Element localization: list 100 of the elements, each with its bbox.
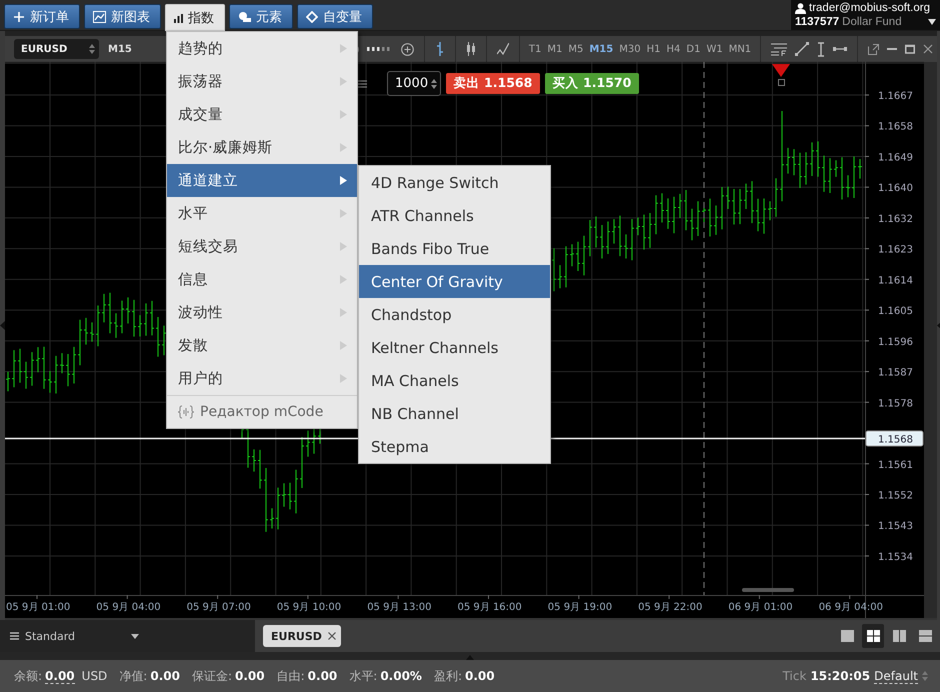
toolbar-button[interactable]: 自变量 xyxy=(297,4,373,29)
minimize-icon xyxy=(887,48,898,50)
time-label: 05 9月 04:00 xyxy=(96,602,161,613)
volume-field[interactable]: 1000 xyxy=(387,71,441,96)
spinner-icon xyxy=(89,44,95,54)
price-label: 1.1632 xyxy=(878,214,913,225)
currency-label: USD xyxy=(82,668,108,682)
price-label: 1.1605 xyxy=(878,306,913,318)
menu-item[interactable]: MA Chanels xyxy=(359,364,550,397)
price-label: 1.1578 xyxy=(878,398,913,410)
toolbar-button[interactable]: 指数 xyxy=(165,4,225,31)
plus-icon xyxy=(13,10,25,22)
price-label: 1.1561 xyxy=(878,460,913,471)
scrollbar-thumb[interactable] xyxy=(742,588,794,592)
status-value: 0.00 xyxy=(45,668,75,684)
price-label: 1.1658 xyxy=(878,122,913,133)
chart-tab[interactable]: EURUSD xyxy=(263,625,341,647)
submenu-arrow-icon xyxy=(340,110,347,119)
bar-chart-icon xyxy=(174,12,183,22)
menu-item[interactable]: ATR Channels xyxy=(359,199,550,232)
menu-item[interactable]: 用户的 xyxy=(167,362,357,395)
timeframe-button[interactable]: D1 xyxy=(683,44,704,54)
menu-item[interactable]: 趋势的 xyxy=(167,32,357,65)
toolbar-button[interactable]: 元素 xyxy=(229,4,293,29)
submenu-arrow-icon xyxy=(340,209,347,218)
status-label: 自由: xyxy=(276,668,305,684)
account-email: trader@mobius-soft.org xyxy=(809,2,930,14)
layout-button[interactable] xyxy=(862,624,884,648)
bar-type-icon xyxy=(434,42,445,56)
detach-window-icon xyxy=(868,44,880,54)
timeframe-button[interactable]: M1 xyxy=(544,44,566,54)
price-label: 1.1587 xyxy=(878,368,913,379)
status-value: 0.00 xyxy=(150,668,180,682)
zoom-in-icon xyxy=(400,42,414,56)
marker-box-icon xyxy=(778,79,785,86)
shapes-icon xyxy=(238,10,251,22)
menu-item[interactable]: 振荡器 xyxy=(167,65,357,98)
menu-icon xyxy=(10,632,19,640)
profile-selector[interactable]: Default xyxy=(874,668,918,684)
status-value: 0.00 xyxy=(308,668,338,682)
symbol-selector[interactable]: EURUSD xyxy=(14,39,99,59)
time-label: 05 9月 13:00 xyxy=(367,602,432,613)
candlestick-icon xyxy=(466,42,476,56)
time-label: 06 9月 01:00 xyxy=(728,602,793,613)
menu-item[interactable]: 比尔·威廉姆斯 xyxy=(167,131,357,164)
time-label: 05 9月 10:00 xyxy=(276,602,342,613)
account-panel[interactable]: trader@mobius-soft.org 1137577 Dollar Fund xyxy=(791,0,940,30)
menu-item[interactable]: 通道建立 xyxy=(167,164,357,197)
timeframe-button[interactable]: T1 xyxy=(526,44,544,54)
menu-item[interactable]: Chandstop xyxy=(359,298,550,331)
dropdown-caret-icon xyxy=(928,19,936,25)
time-label: 05 9月 22:00 xyxy=(638,602,702,613)
menu-item[interactable]: Stepma xyxy=(359,430,550,463)
timeframe-button[interactable]: MN1 xyxy=(726,44,754,54)
menu-item[interactable]: 发散 xyxy=(167,329,357,362)
spinner-icon xyxy=(922,671,928,681)
price-label: 1.1667 xyxy=(878,91,913,102)
price-label: 1.1640 xyxy=(878,183,913,194)
menu-item[interactable]: Center Of Gravity xyxy=(359,265,550,298)
price-label: 1.1534 xyxy=(878,552,913,563)
price-label: 1.1543 xyxy=(878,521,913,532)
menu-item[interactable]: 水平 xyxy=(167,197,357,230)
close-icon xyxy=(328,632,336,640)
menu-icon xyxy=(358,80,367,88)
chart-icon xyxy=(93,10,106,22)
status-label: 盈利: xyxy=(434,668,462,684)
server-time: 15:20:05 xyxy=(810,669,870,683)
menu-item[interactable]: Редактор mCode xyxy=(167,395,357,428)
menu-item[interactable]: 4D Range Switch xyxy=(359,166,550,199)
timeframe-button[interactable]: M15 xyxy=(586,44,616,54)
timeframe-button[interactable]: M5 xyxy=(565,44,586,54)
timeframe-button[interactable]: H1 xyxy=(644,44,664,54)
time-label: 06 9月 04:00 xyxy=(818,602,883,613)
menu-item[interactable]: 短线交易 xyxy=(167,230,357,263)
tick-label: Tick xyxy=(782,669,806,683)
expand-arrow-icon xyxy=(466,655,474,660)
price-label: 1.1596 xyxy=(878,336,913,348)
submenu-arrow-icon xyxy=(340,374,347,383)
workspace-selector[interactable]: Standard xyxy=(0,620,255,652)
menu-item[interactable]: Keltner Channels xyxy=(359,331,550,364)
submenu-arrow-icon xyxy=(340,341,347,350)
toolbar-button[interactable]: 新图表 xyxy=(84,4,161,29)
timeframe-button[interactable]: M30 xyxy=(616,44,644,54)
sell-button[interactable]: 卖出 1.1568 xyxy=(446,73,540,94)
status-value: 0.00 xyxy=(465,668,495,682)
time-label: 05 9月 01:00 xyxy=(6,602,70,613)
toolbar-button[interactable]: 新订单 xyxy=(4,4,80,29)
timeframe-button[interactable]: H4 xyxy=(663,44,684,54)
user-icon xyxy=(795,2,806,14)
menu-item[interactable]: 波动性 xyxy=(167,296,357,329)
status-value: 0.00% xyxy=(380,668,422,682)
price-label: 1.1552 xyxy=(878,490,913,502)
menu-item[interactable]: 成交量 xyxy=(167,98,357,131)
menu-item[interactable]: NB Channel xyxy=(359,397,550,430)
menu-item[interactable]: 信息 xyxy=(167,263,357,296)
indicator-list-icon xyxy=(771,42,788,56)
spinner-icon xyxy=(431,78,437,88)
timeframe-button[interactable]: W1 xyxy=(703,44,726,54)
trend-line-icon xyxy=(795,42,810,56)
menu-item[interactable]: Bands Fibo True xyxy=(359,232,550,265)
